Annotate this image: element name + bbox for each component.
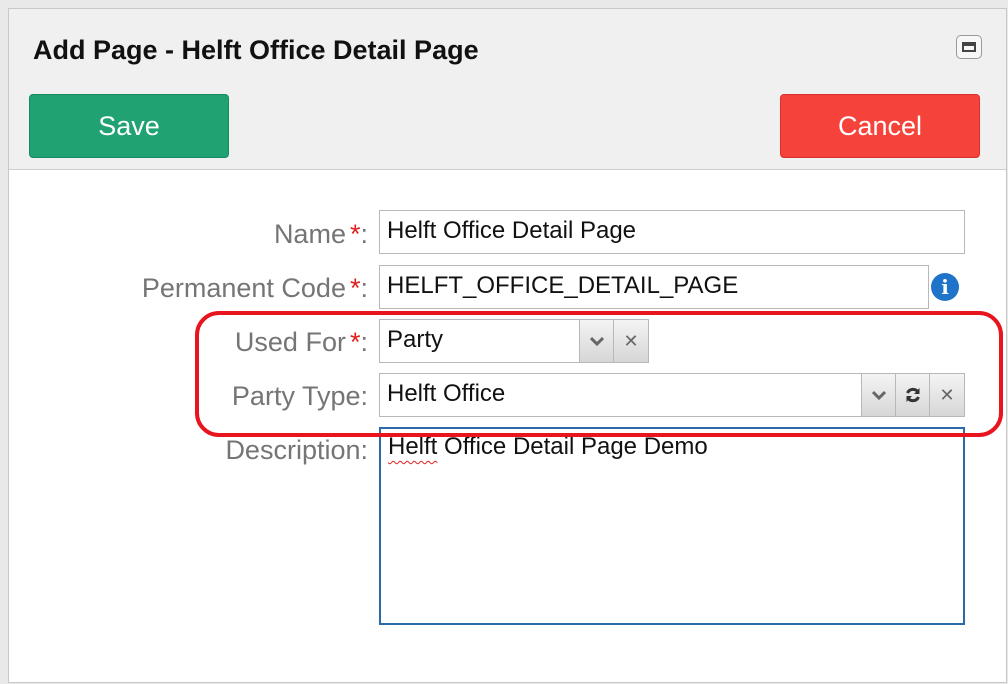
refresh-icon[interactable] <box>895 374 930 416</box>
close-icon[interactable]: ✕ <box>929 374 964 416</box>
save-button[interactable]: Save <box>29 94 229 158</box>
party-type-select[interactable]: Helft Office ✕ <box>379 373 965 417</box>
name-input[interactable]: Helft Office Detail Page <box>379 210 965 254</box>
used-for-label: Used For *: <box>234 327 368 357</box>
party-type-value: Helft Office <box>387 380 506 407</box>
party-type-label: Party Type: <box>231 381 368 411</box>
dialog-title: Add Page - Helft Office Detail Page <box>33 35 479 65</box>
cancel-button[interactable]: Cancel <box>780 94 980 158</box>
info-icon[interactable]: i <box>931 273 959 301</box>
used-for-value: Party <box>387 326 444 353</box>
chevron-down-icon[interactable] <box>861 374 896 416</box>
permanent-code-input[interactable]: HELFT_OFFICE_DETAIL_PAGE <box>379 265 929 309</box>
description-text: Office Detail Page Demo <box>437 433 708 460</box>
required-marker: * <box>349 327 361 357</box>
dialog-header: Add Page - Helft Office Detail Page Save… <box>9 9 1006 170</box>
name-label: Name *: <box>273 219 368 249</box>
required-marker: * <box>349 273 361 303</box>
chevron-down-icon[interactable] <box>579 320 614 362</box>
used-for-select[interactable]: Party ✕ <box>379 319 649 363</box>
description-label: Description: <box>225 435 368 465</box>
permanent-code-label: Permanent Code *: <box>141 273 368 303</box>
required-marker: * <box>349 219 361 249</box>
maximize-icon[interactable] <box>956 35 982 59</box>
description-textarea[interactable]: Helft Office Detail Page Demo <box>379 427 965 625</box>
add-page-dialog: Add Page - Helft Office Detail Page Save… <box>8 8 1007 683</box>
close-icon[interactable]: ✕ <box>613 320 648 362</box>
spellcheck-word: Helft <box>388 433 438 460</box>
